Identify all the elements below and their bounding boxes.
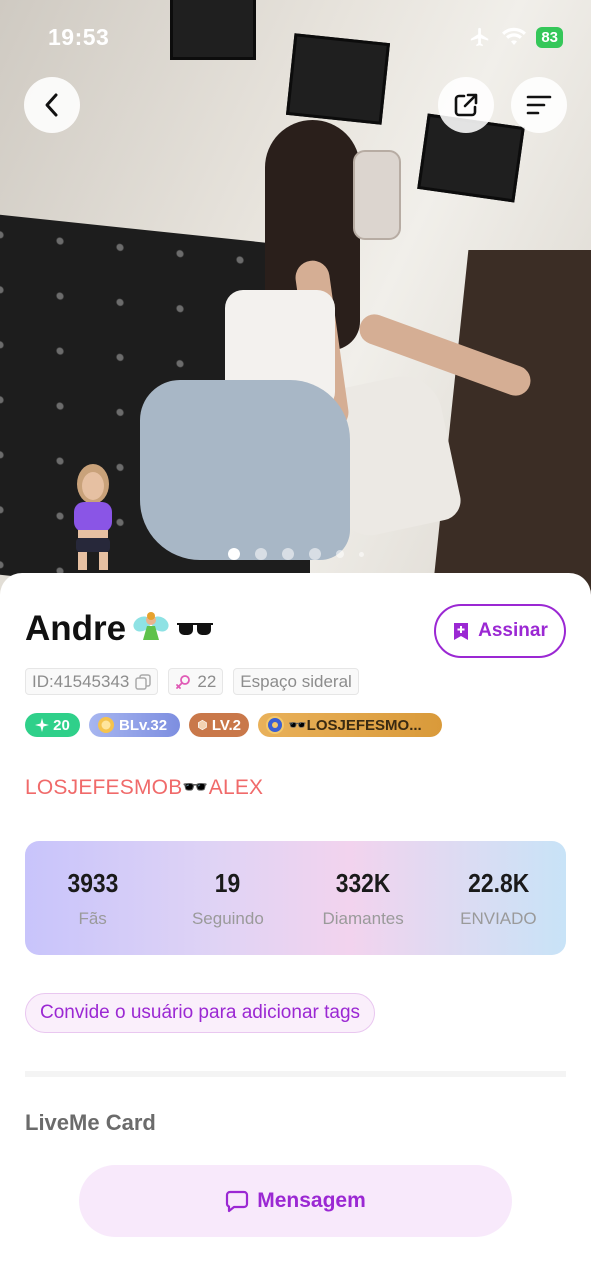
family-badge[interactable]: 🕶️LOSJEFESMO... — [258, 713, 442, 737]
level-value: 20 — [53, 716, 70, 734]
stat-diamonds[interactable]: 332K Diamantes — [296, 841, 431, 955]
wifi-icon — [502, 27, 527, 45]
carousel-indicator — [0, 548, 591, 560]
lv-value: LV.2 — [211, 716, 241, 734]
carousel-dot[interactable] — [358, 551, 364, 557]
carousel-dot[interactable] — [281, 548, 294, 560]
bookmark-plus-icon — [454, 623, 469, 640]
info-chips: ID:41545343 22 Espaço sideral — [25, 668, 359, 695]
stat-value: 22.8K — [467, 867, 529, 898]
profile-name: Andre — [25, 609, 127, 648]
hexagon-icon — [198, 719, 207, 731]
age-value: 22 — [197, 671, 217, 691]
status-time: 19:53 — [48, 24, 110, 50]
stat-following[interactable]: 19 Seguindo — [160, 841, 295, 955]
menu-button[interactable] — [511, 77, 567, 133]
battery-indicator: 83 — [536, 26, 563, 48]
stat-value: 3933 — [67, 867, 119, 898]
sun-medal-icon — [98, 717, 114, 733]
copy-icon[interactable] — [135, 673, 152, 690]
fairy-icon — [133, 612, 169, 640]
stat-label: ENVIADO — [460, 908, 537, 928]
profile-sheet: Andre Assinar ID:41545343 22 Espaço side… — [0, 573, 591, 1280]
profile-tagline: LOSJEFESMOB🕶️ALEX — [25, 776, 264, 799]
menu-lines-icon — [526, 95, 552, 115]
user-id: ID:41545343 — [32, 671, 130, 691]
share-button[interactable] — [438, 77, 494, 133]
badge-row: 20 BLv.32 LV.2 🕶️LOSJEFESMO... — [25, 713, 442, 737]
location-chip: Espaço sideral — [233, 668, 359, 695]
message-button[interactable]: Mensagem — [79, 1165, 512, 1237]
carousel-dot[interactable] — [308, 548, 321, 560]
sunglasses-icon — [177, 623, 214, 635]
profile-photo[interactable]: 19:53 83 — [0, 0, 591, 600]
chat-bubble-icon — [226, 1190, 249, 1213]
sparkle-icon — [35, 718, 50, 732]
status-bar: 19:53 83 — [0, 0, 591, 76]
subscribe-button[interactable]: Assinar — [434, 604, 566, 658]
level-badge[interactable]: 20 — [25, 713, 80, 737]
female-icon — [176, 674, 191, 689]
family-name: 🕶️LOSJEFESMO... — [288, 717, 422, 734]
stat-label: Seguindo — [191, 908, 264, 928]
bl-value: BLv.32 — [119, 716, 168, 734]
stat-label: Diamantes — [322, 908, 404, 928]
invite-tags-button[interactable]: Convide o usuário para adicionar tags — [25, 993, 376, 1033]
globe-icon — [266, 716, 284, 734]
bl-badge[interactable]: BLv.32 — [89, 713, 180, 737]
stat-fans[interactable]: 3933 Fãs — [25, 841, 160, 955]
person-figure — [140, 110, 535, 560]
stat-value: 332K — [335, 867, 391, 898]
stat-value: 19 — [215, 867, 241, 898]
back-button[interactable] — [24, 77, 80, 133]
gender-age-chip: 22 — [168, 668, 224, 695]
stats-panel: 3933 Fãs 19 Seguindo 332K Diamantes 22.8… — [25, 841, 566, 955]
carousel-dot[interactable] — [254, 548, 267, 560]
lv-badge[interactable]: LV.2 — [189, 713, 249, 737]
location-text: Espaço sideral — [240, 671, 352, 691]
section-divider — [25, 1071, 566, 1077]
stat-label: Fãs — [78, 908, 107, 928]
airplane-icon — [471, 27, 489, 47]
subscribe-label: Assinar — [478, 620, 548, 641]
stat-sent[interactable]: 22.8K ENVIADO — [431, 841, 566, 955]
carousel-dot[interactable] — [227, 548, 240, 560]
share-icon — [454, 93, 478, 117]
user-id-chip[interactable]: ID:41545343 — [25, 668, 159, 695]
chevron-left-icon — [45, 93, 58, 117]
message-label: Mensagem — [257, 1189, 366, 1212]
name-row: Andre — [25, 609, 214, 649]
liveme-card-title: LiveMe Card — [25, 1110, 156, 1135]
carousel-dot[interactable] — [335, 550, 344, 558]
